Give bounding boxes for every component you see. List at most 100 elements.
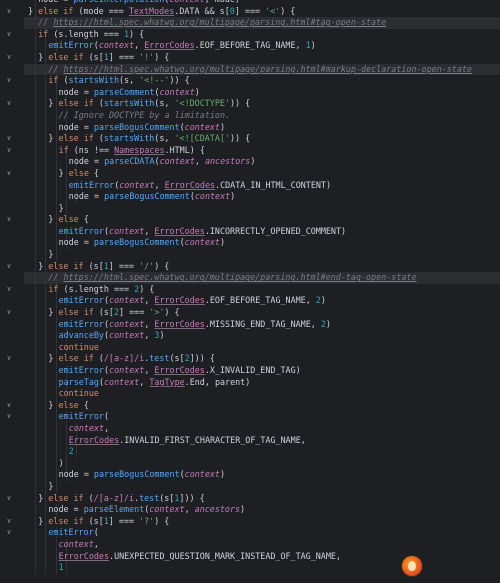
code-token: }: [38, 515, 49, 526]
code-token: )) {: [169, 75, 190, 86]
chevron-down-icon[interactable]: ∨: [4, 168, 14, 180]
chevron-down-icon[interactable]: ∨: [4, 353, 14, 365]
code-line[interactable]: ∨ } else {: [7, 167, 500, 180]
code-line[interactable]: ∨} else if (mode === TextModes.DATA && s…: [7, 5, 500, 18]
code-text: emitError(context, ErrorCodes.INCORRECTL…: [24, 226, 346, 236]
code-token: else if: [58, 307, 99, 318]
code-token: if: [48, 283, 64, 294]
chevron-down-icon[interactable]: ∨: [4, 75, 14, 87]
code-token: '/': [139, 260, 155, 271]
chevron-down-icon[interactable]: ∨: [4, 214, 14, 226]
code-line[interactable]: ∨ emitError(: [7, 411, 500, 423]
code-token: ]: [234, 5, 245, 16]
code-token: ErrorCodes: [154, 295, 205, 306]
code-text: node = parseInterpolation(context, mode): [24, 0, 240, 4]
code-token: node: [68, 191, 95, 202]
code-line[interactable]: node = parseBogusComment(context): [24, 191, 500, 203]
code-line[interactable]: node = parseBogusComment(context): [24, 469, 500, 481]
code-line[interactable]: node = parseBogusComment(context): [24, 121, 500, 134]
code-line[interactable]: ∨ } else if (startsWith(s, '<!DOCTYPE')) …: [7, 98, 500, 110]
code-line[interactable]: node = parseComment(context): [24, 86, 500, 99]
code-line[interactable]: context,: [24, 538, 500, 551]
chevron-down-icon[interactable]: ∨: [4, 527, 14, 539]
code-text: ErrorCodes.INVALID_FIRST_CHARACTER_OF_TA…: [24, 435, 306, 445]
code-token: ): [325, 318, 331, 329]
chevron-down-icon[interactable]: ∨: [4, 411, 14, 423]
code-line[interactable]: emitError(context, ErrorCodes.INCORRECTL…: [24, 225, 500, 238]
code-line[interactable]: ∨} else if (/[a-z]/i.test(s[2])) {: [7, 353, 500, 365]
code-line[interactable]: ): [24, 457, 500, 470]
code-line[interactable]: ∨} else {: [7, 399, 500, 412]
code-line[interactable]: ∨} else {: [7, 214, 500, 226]
code-line[interactable]: // https://html.spec.whatwg.org/multipag…: [24, 272, 500, 284]
code-line[interactable]: ∨} else if (/[a-z]/i.test(s[1])) {: [7, 492, 500, 505]
code-token: ) {: [164, 307, 180, 318]
code-line[interactable]: ∨ if (ns !== Namespaces.HTML) {: [7, 144, 500, 157]
code-text: } else if (startsWith(s, '<!DOCTYPE')) {: [24, 98, 250, 108]
code-token: else if: [58, 98, 99, 109]
code-line[interactable]: ∨ if (s.length === 2) {: [7, 283, 500, 296]
code-token: else if: [38, 5, 79, 16]
code-token: context: [194, 191, 231, 202]
code-line[interactable]: parseTag(context, TagType.End, parent): [24, 376, 500, 389]
code-editor[interactable]: node = parseInterpolation(context, mode)…: [0, 0, 500, 583]
code-token: ) {: [154, 51, 170, 62]
code-line[interactable]: ErrorCodes.INVALID_FIRST_CHARACTER_OF_TA…: [24, 434, 500, 447]
code-line[interactable]: continue: [24, 341, 500, 354]
code-line[interactable]: ∨} else if (s[1] === '!') {: [7, 51, 500, 64]
code-line[interactable]: advanceBy(context, 3): [24, 330, 500, 342]
code-line[interactable]: emitError(context, ErrorCodes.EOF_BEFORE…: [24, 40, 500, 52]
code-line[interactable]: node = parseElement(context, ancestors): [24, 504, 500, 516]
code-token: context: [184, 237, 220, 248]
code-line[interactable]: ∨} else if (s[2] === '>') {: [7, 307, 500, 319]
code-token: context: [109, 225, 145, 236]
code-text: // https://html.spec.whatwg.org/multipag…: [24, 64, 472, 74]
code-line[interactable]: ∨} else if (s[1] === '/') {: [7, 260, 500, 273]
code-line[interactable]: ErrorCodes.UNEXPECTED_QUESTION_MARK_INST…: [24, 550, 500, 563]
code-text: } else {: [24, 168, 99, 178]
chevron-down-icon[interactable]: ∨: [4, 261, 14, 273]
code-line[interactable]: }: [24, 249, 500, 261]
code-text: node = parseElement(context, ancestors): [24, 504, 245, 514]
chevron-down-icon[interactable]: ∨: [4, 145, 14, 157]
chevron-down-icon[interactable]: ∨: [4, 493, 14, 505]
code-line[interactable]: ∨} else if (s[1] === '?') {: [7, 515, 500, 528]
code-line[interactable]: // https://html.spec.whatwg.org/multipag…: [24, 63, 500, 76]
chevron-down-icon[interactable]: ∨: [4, 307, 14, 319]
code-line[interactable]: // https://html.spec.whatwg.org/multipag…: [24, 17, 500, 29]
code-line[interactable]: 1: [24, 562, 500, 574]
code-line[interactable]: ∨} else if (startsWith(s, '<![CDATA[')) …: [7, 133, 500, 145]
code-token: mode: [215, 0, 235, 4]
code-line[interactable]: ∨ emitError(: [7, 527, 500, 539]
code-line[interactable]: ∨ if (s.length === 1) {: [7, 28, 500, 41]
chevron-down-icon[interactable]: ∨: [4, 133, 14, 145]
code-line[interactable]: node = parseBogusComment(context): [24, 237, 500, 250]
code-line[interactable]: continue: [24, 388, 500, 400]
code-line[interactable]: }: [24, 202, 500, 215]
code-token: ErrorCodes: [58, 550, 110, 561]
code-line[interactable]: ∨ if (startsWith(s, '<!--')) {: [7, 75, 500, 87]
code-token: }: [58, 202, 64, 213]
code-token: context: [184, 121, 220, 132]
code-token: ): [341, 225, 347, 236]
chevron-down-icon[interactable]: ∨: [4, 98, 14, 110]
code-line[interactable]: emitError(context, ErrorCodes.CDATA_IN_H…: [24, 179, 500, 192]
code-line[interactable]: emitError(context, ErrorCodes.EOF_BEFORE…: [24, 295, 500, 308]
code-area[interactable]: node = parseInterpolation(context, mode)…: [7, 0, 500, 574]
chevron-down-icon[interactable]: ∨: [4, 29, 14, 41]
code-line[interactable]: 2: [24, 446, 500, 458]
chevron-down-icon[interactable]: ∨: [4, 516, 14, 528]
code-line[interactable]: }: [24, 480, 500, 493]
chevron-down-icon[interactable]: ∨: [4, 400, 14, 412]
code-token: (: [103, 411, 110, 422]
code-token: node: [58, 121, 84, 132]
code-line[interactable]: context,: [24, 422, 500, 435]
code-line[interactable]: node = parseCDATA(context, ancestors): [24, 156, 500, 168]
code-line[interactable]: emitError(context, ErrorCodes.X_INVALID_…: [24, 365, 500, 377]
code-line[interactable]: // Ignore DOCTYPE by a limitation.: [24, 109, 500, 122]
code-token: ===: [103, 28, 124, 39]
chevron-down-icon[interactable]: ∨: [4, 52, 14, 64]
chevron-down-icon[interactable]: ∨: [4, 284, 14, 296]
chevron-down-icon[interactable]: ∨: [4, 6, 14, 18]
code-line[interactable]: emitError(context, ErrorCodes.MISSING_EN…: [24, 318, 500, 331]
